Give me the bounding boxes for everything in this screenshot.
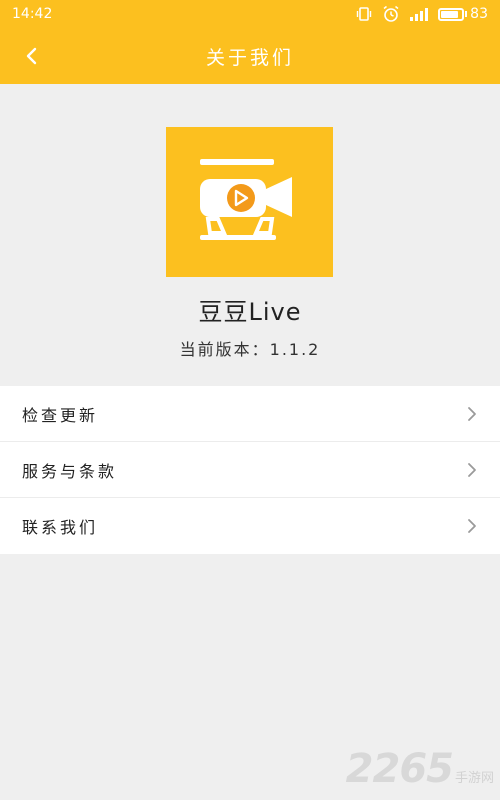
signal-icon — [410, 7, 429, 21]
battery-fill — [441, 10, 458, 18]
video-camera-play-icon — [200, 159, 292, 240]
watermark-suffix: 手游网 — [454, 771, 494, 786]
menu-item-check-update[interactable]: 检查更新 — [0, 386, 500, 442]
menu-item-label: 联系我们 — [22, 518, 99, 537]
back-button[interactable] — [14, 38, 50, 74]
version-label: 当前版本：1.1.2 — [179, 340, 321, 359]
chevron-left-icon — [26, 47, 37, 65]
app-logo — [166, 127, 333, 277]
watermark-number: 2265 — [345, 746, 454, 792]
chevron-right-icon — [468, 406, 476, 421]
status-time: 14:42 — [12, 6, 53, 22]
battery-indicator: 83 — [438, 6, 488, 22]
page-title: 关于我们 — [205, 46, 294, 69]
menu-item-label: 服务与条款 — [22, 461, 118, 481]
vibrate-icon — [356, 7, 372, 21]
status-icons: 83 — [356, 5, 488, 23]
battery-icon — [438, 7, 465, 21]
battery-level: 83 — [470, 6, 488, 22]
menu-item-terms[interactable]: 服务与条款 — [0, 442, 500, 498]
menu-item-contact[interactable]: 联系我们 — [0, 498, 500, 554]
alarm-icon — [383, 5, 399, 22]
header-bar: 关于我们 — [0, 28, 500, 84]
settings-menu: 检查更新 服务与条款 联系我们 — [0, 386, 500, 554]
chevron-right-icon — [468, 519, 476, 533]
status-bar: 14:42 83 — [0, 0, 500, 28]
site-watermark: 2265 手游网 — [346, 746, 494, 792]
chevron-right-icon — [468, 462, 476, 477]
app-name: 豆豆Live — [198, 298, 302, 326]
menu-item-label: 检查更新 — [22, 405, 99, 425]
